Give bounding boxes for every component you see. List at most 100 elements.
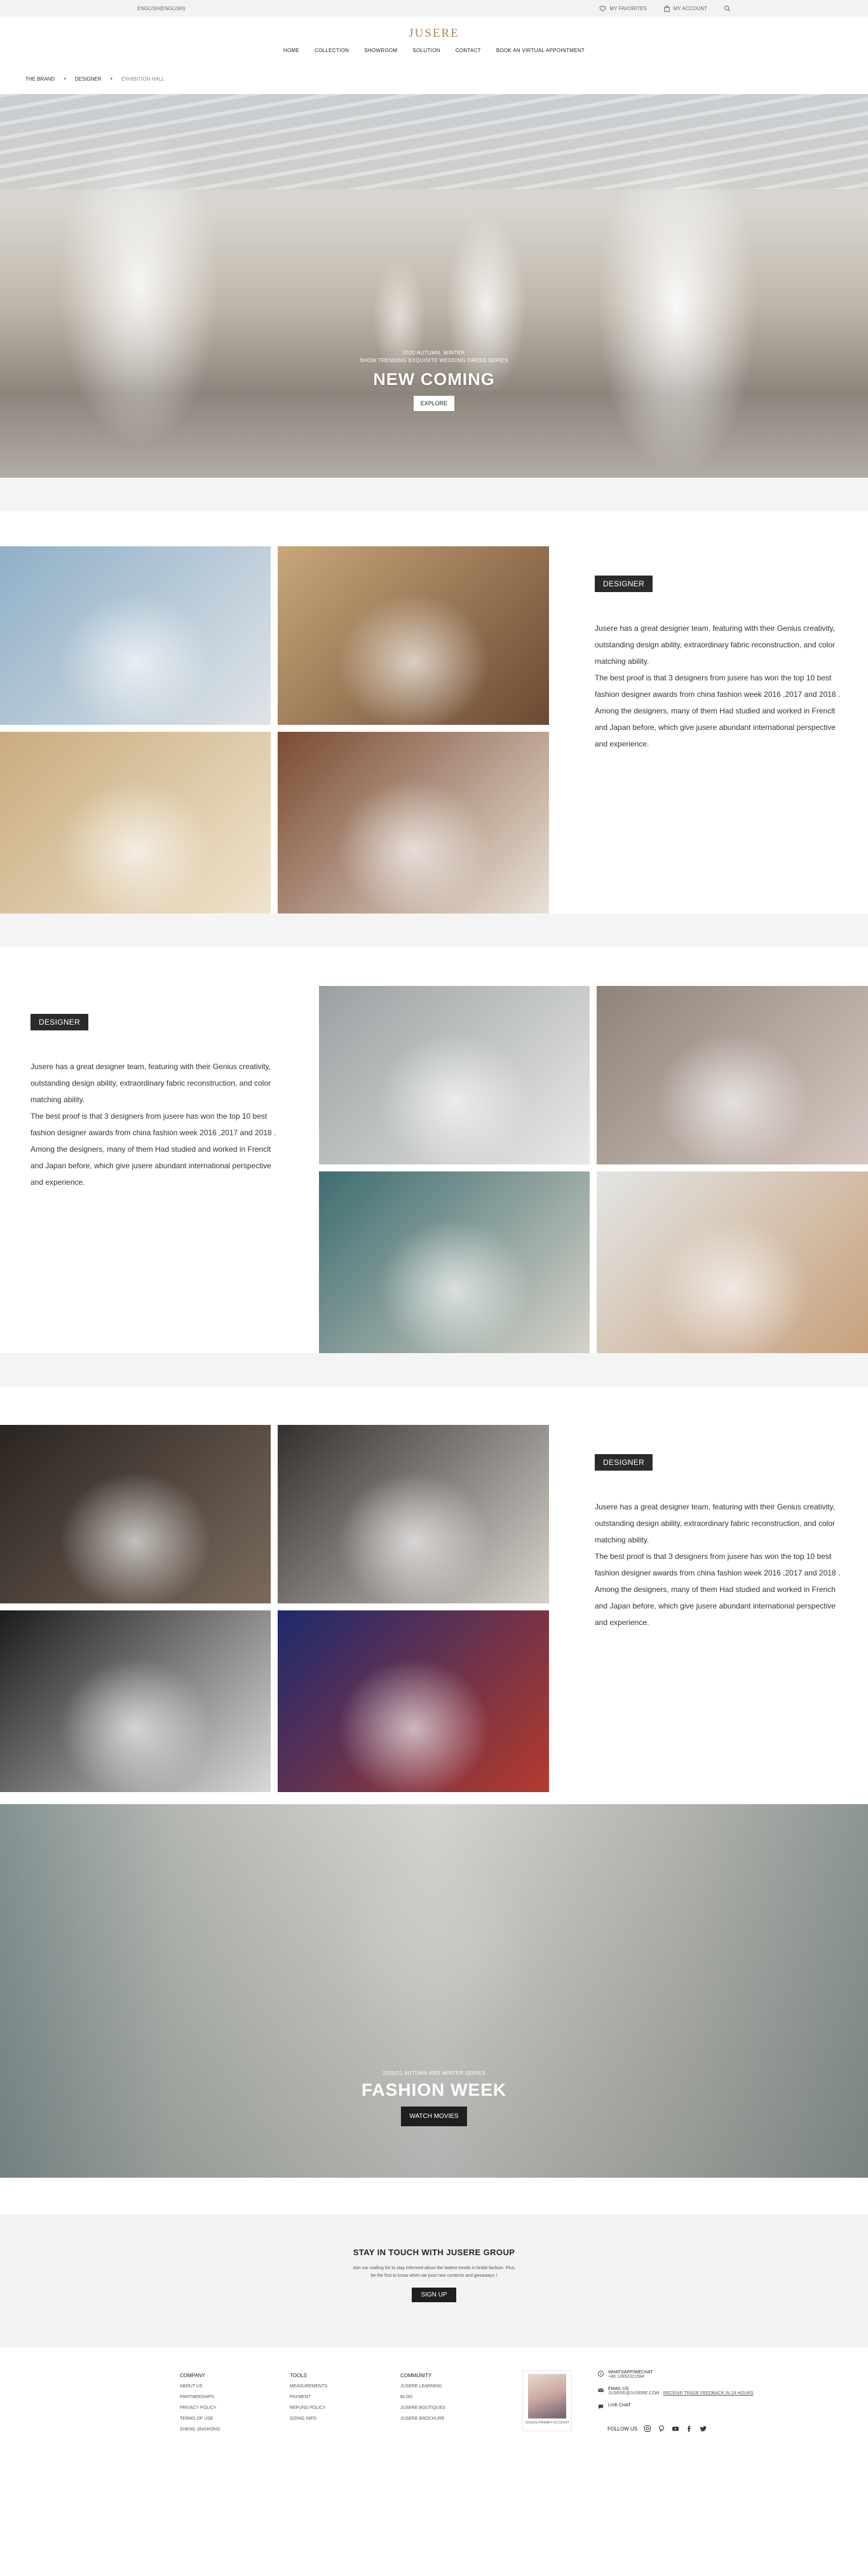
section-divider [0, 1353, 868, 1387]
designer-description: Jusere has a great designer team, featur… [595, 1499, 843, 1631]
footer-link[interactable]: PRIVACY POLICY [180, 2403, 220, 2413]
fashion-week-subtitle: 2020/21 AUTUMN AND WINTER SERIES [383, 2070, 485, 2076]
section-divider [0, 914, 868, 947]
fashion-week-title: FASHION WEEK [361, 2080, 507, 2100]
newsletter-line-2: be the first to know when we post new co… [370, 2274, 498, 2278]
whatsapp-label: WHATSAPP/WECHAT [608, 2370, 653, 2375]
fashion-week-caption: 2020/21 AUTUMN AND WINTER SERIES FASHION… [0, 2070, 868, 2126]
instagram-icon[interactable] [644, 2425, 651, 2432]
hero-caption: 2020 AUTUMN, WINTER SHOW TRENDING EXQUIS… [0, 349, 868, 411]
breadcrumb-designer[interactable]: DESIGNER [75, 76, 102, 82]
bag-icon [664, 4, 670, 12]
pinterest-icon[interactable] [658, 2425, 665, 2432]
newsletter-section: STAY IN TOUCH WITH JUSERE GROUP Join our… [0, 2215, 868, 2347]
footer-link[interactable]: PARTNERSHIPS [180, 2392, 220, 2403]
gallery-photo[interactable] [0, 732, 271, 914]
twitter-icon[interactable] [700, 2425, 707, 2432]
qr-code-image [528, 2374, 566, 2418]
hero-banner: 2020 AUTUMN, WINTER SHOW TRENDING EXQUIS… [0, 94, 868, 478]
paragraph: Among the designers, many of them Had st… [595, 1585, 836, 1627]
paragraph: The best proof is that 3 designers from … [595, 1552, 841, 1577]
paragraph: Among the designers, many of them Had st… [31, 1145, 271, 1187]
site-header: JUSERE HOME COLLECTION SHOWROOM SOLUTION… [0, 17, 868, 64]
footer-community: COMMUNITY JUSERE LEARNING BLOG JUSERE BO… [400, 2370, 445, 2424]
designer-gallery-2 [319, 986, 868, 1353]
gallery-photo[interactable] [319, 986, 590, 1164]
footer-link[interactable]: BLOG [400, 2392, 445, 2403]
footer-link[interactable]: JUSERE BOUTIQUES [400, 2403, 445, 2413]
gallery-photo[interactable] [319, 1171, 590, 1353]
hero-subtitle-1: 2020 AUTUMN, WINTER [403, 350, 465, 356]
footer-heading: COMMUNITY [400, 2373, 432, 2378]
site-footer: COMPANY ABOUT US PARTNERSHIPS PRIVACY PO… [0, 2347, 868, 2444]
language-selector[interactable]: ENGLISH(ENGLISH) [137, 6, 186, 11]
footer-link[interactable]: JUSERE BROCHURE [400, 2413, 445, 2424]
nav-book-appointment[interactable]: BOOK AN VIRTUAL APPOINTMENT [496, 48, 585, 53]
explore-button[interactable]: EXPLORE [413, 396, 455, 411]
qr-caption: JUSERE PRIMARY ACCOUNT [525, 2421, 569, 2425]
footer-link[interactable]: MEASUREMENTS [290, 2381, 327, 2392]
footer-link[interactable]: JUSERE LEARNING [400, 2381, 445, 2392]
email-note: RECEIVE TRADE FEEDBACK IN 24 HOURS [663, 2391, 754, 2396]
footer-heading: TOOLS [290, 2373, 307, 2378]
paragraph: Jusere has a great designer team, featur… [595, 1502, 835, 1544]
footer-link[interactable]: TERMS OF USE [180, 2413, 220, 2424]
designer-gallery-1 [0, 546, 549, 914]
paragraph: Jusere has a great designer team, featur… [31, 1062, 271, 1104]
footer-contact: WHATSAPP/WECHAT +86 13952321594 EMAIL US J… [597, 2370, 754, 2418]
watch-movies-button[interactable]: WATCH MOVIES [401, 2107, 467, 2126]
gallery-photo[interactable] [278, 546, 549, 725]
footer-tools: TOOLS MEASUREMENTS PAYMENT REFUND POLICY… [290, 2370, 327, 2424]
facebook-icon[interactable] [686, 2425, 693, 2432]
live-chat-label: LIVE CHAT [608, 2403, 631, 2408]
my-favorites-link[interactable]: MY FAVORITES [599, 5, 647, 12]
designer-tag: DESIGNER [595, 1454, 653, 1471]
nav-collection[interactable]: COLLECTION [315, 48, 349, 53]
newsletter-line-1: Join our mailing list to stay informed a… [352, 2266, 516, 2270]
footer-link[interactable]: ZHENG JINGRONG [180, 2424, 220, 2435]
gallery-photo[interactable] [0, 546, 271, 725]
designer-section-1: DESIGNER Jusere has a great designer tea… [0, 546, 868, 914]
chevron-down-icon: ▾ [64, 77, 66, 81]
nav-home[interactable]: HOME [283, 48, 299, 53]
footer-heading: COMPANY [180, 2373, 205, 2378]
designer-description: Jusere has a great designer team, featur… [31, 1058, 278, 1190]
gallery-photo[interactable] [278, 1425, 549, 1603]
brand-logo[interactable]: JUSERE [409, 27, 459, 41]
whatsapp-number: +86 13952321594 [608, 2375, 644, 2379]
breadcrumb-the-brand[interactable]: THE BRAND [25, 76, 55, 82]
fashion-week-banner: 2020/21 AUTUMN AND WINTER SERIES FASHION… [0, 1804, 868, 2178]
footer-link[interactable]: PAYMENT [290, 2392, 327, 2403]
nav-solution[interactable]: SOLUTION [412, 48, 440, 53]
gallery-photo[interactable] [0, 1425, 271, 1603]
email-label: EMAIL US [608, 2387, 629, 2391]
whatsapp-contact[interactable]: WHATSAPP/WECHAT +86 13952321594 [597, 2370, 754, 2379]
nav-showroom[interactable]: SHOWROOM [364, 48, 397, 53]
gallery-photo[interactable] [278, 1610, 549, 1792]
hero-photo [0, 94, 868, 189]
gallery-photo[interactable] [278, 732, 549, 914]
footer-link[interactable]: REFUND POLICY [290, 2403, 327, 2413]
search-icon[interactable] [724, 5, 731, 12]
nav-contact[interactable]: CONTACT [456, 48, 481, 53]
hero-title: NEW COMING [373, 370, 495, 389]
footer-link[interactable]: SIZING INFO [290, 2413, 327, 2424]
gallery-photo[interactable] [597, 1171, 868, 1353]
footer-link[interactable]: ABOUT US [180, 2381, 220, 2392]
top-utility-bar: ENGLISH(ENGLISH) MY FAVORITES MY ACCOUNT [0, 0, 868, 17]
gallery-photo[interactable] [597, 986, 868, 1164]
paragraph: Jusere has a great designer team, featur… [595, 624, 835, 666]
chevron-down-icon: ▾ [110, 77, 113, 81]
hero-subtitle-2: SHOW TRENDING EXQUISITE WEDDING DRESS SE… [360, 358, 508, 363]
top-utility-links: MY FAVORITES MY ACCOUNT [599, 4, 731, 12]
paragraph: The best proof is that 3 designers from … [31, 1112, 276, 1137]
sign-up-button[interactable]: SIGN UP [412, 2288, 456, 2302]
gallery-photo[interactable] [0, 1610, 271, 1792]
live-chat[interactable]: LIVE CHAT [597, 2403, 754, 2410]
email-contact[interactable]: EMAIL US JUSERE@JUSERE.COM · RECEIVE TRAD… [597, 2387, 754, 2396]
youtube-icon[interactable] [672, 2425, 679, 2432]
my-account-link[interactable]: MY ACCOUNT [663, 4, 707, 12]
mail-icon [598, 2388, 604, 2392]
designer-section-2: DESIGNER Jusere has a great designer tea… [0, 986, 868, 1353]
email-value[interactable]: JUSERE@JUSERE.COM [608, 2391, 660, 2396]
